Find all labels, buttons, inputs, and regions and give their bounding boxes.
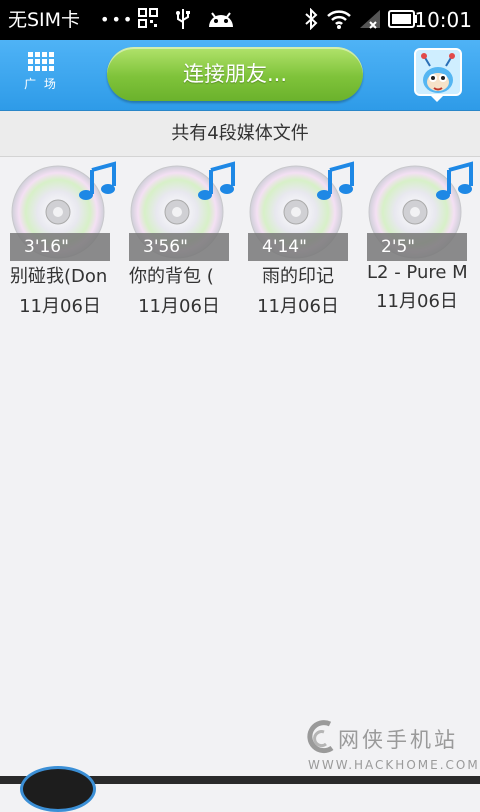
grid-icon [28,52,54,71]
plaza-label: 广 场 [24,77,58,91]
media-item[interactable]: 3'56" 你的背包 ( 11月06日 [129,160,241,318]
duration-label: 2'5" [367,233,467,261]
connect-friends-button[interactable]: 连接朋友... [107,47,363,101]
media-date: 11月06日 [376,291,458,312]
usb-icon [174,8,192,34]
media-thumbnail: 3'16" [10,160,122,261]
signal-icon [358,8,382,34]
media-item[interactable]: 3'16" 别碰我(Don 11月06日 [10,160,122,318]
clock: 10:01 [414,8,472,32]
media-date: 11月06日 [19,296,101,317]
app-header: 广 场 连接朋友... [0,40,480,111]
media-item[interactable]: 4'14" 雨的印记 11月06日 [248,160,360,318]
chevron-down-icon [431,96,443,102]
notification-dots: ••• [100,10,135,29]
wifi-icon [326,8,352,34]
media-title: 雨的印记 [262,266,334,287]
media-date: 11月06日 [257,296,339,317]
watermark-name: 网侠手机站 [338,728,458,752]
watermark: 网侠手机站 WWW.HACKHOME.COM [302,718,478,778]
floating-button-edge[interactable] [20,766,96,812]
media-thumbnail: 3'56" [129,160,241,261]
carrier-text: 无SIM卡 [8,9,81,31]
watermark-url: WWW.HACKHOME.COM [308,758,480,772]
media-title: 别碰我(Don [10,266,108,287]
media-item[interactable]: 2'5" L2 - Pure M 11月06日 [367,160,479,313]
android-icon [206,10,236,32]
media-count-bar: 共有4段媒体文件 [0,111,480,157]
watermark-logo-icon [307,720,334,754]
plaza-button[interactable]: 广 场 [18,50,64,102]
avatar[interactable] [414,48,462,96]
media-thumbnail: 2'5" [367,160,479,261]
qr-icon [138,8,158,32]
media-title: 你的背包 ( [129,266,214,287]
media-title: L2 - Pure M [367,262,467,283]
duration-label: 3'56" [129,233,229,261]
status-bar: 无SIM卡 ••• 10:01 [0,0,480,40]
media-thumbnail: 4'14" [248,160,360,261]
duration-label: 4'14" [248,233,348,261]
bluetooth-icon [304,7,318,34]
media-date: 11月06日 [138,296,220,317]
duration-label: 3'16" [10,233,110,261]
